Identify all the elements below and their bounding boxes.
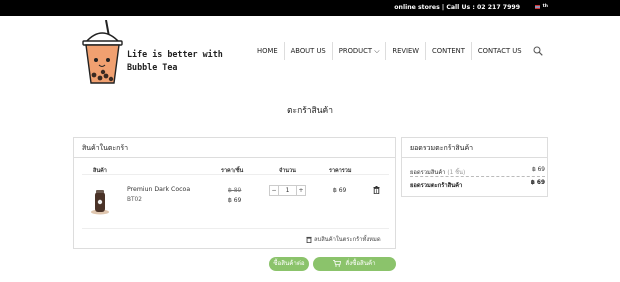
search-icon[interactable] [533, 46, 543, 56]
product-name[interactable]: Premiun Dark Cocoa [127, 186, 190, 193]
nav-product[interactable]: PRODUCT ⌵ [333, 42, 387, 60]
old-price: ฿ 89 [228, 187, 242, 194]
qty-plus-button[interactable]: + [296, 185, 306, 196]
logo-tagline-line2: Bubble Tea [127, 62, 178, 72]
nav-home[interactable]: HOME [251, 42, 285, 60]
nav-review[interactable]: REVIEW [386, 42, 427, 60]
row-divider [82, 228, 389, 229]
total-label: ยอดรวมตะกร้าสินค้า [410, 183, 463, 189]
main-nav: HOME ABOUT US PRODUCT ⌵ REVIEW CONTENT C… [251, 42, 528, 60]
product-thumbnail[interactable] [90, 189, 110, 215]
checkout-label: สั่งซื้อสินค้า [345, 260, 376, 267]
qty-minus-button[interactable]: − [269, 185, 279, 196]
header-divider [82, 174, 389, 175]
contact-text: online stores | Call Us : 02 217 7999 [394, 4, 520, 11]
trash-small-icon [306, 236, 312, 243]
bubble-tea-logo[interactable] [80, 20, 125, 86]
quantity-stepper: − 1 + [269, 185, 306, 196]
continue-shopping-button[interactable]: ซื้อสินค้าต่อ [269, 257, 309, 271]
trash-icon[interactable] [373, 186, 380, 194]
nav-about-us[interactable]: ABOUT US [285, 42, 333, 60]
clear-cart-link[interactable]: ลบสินค้าในตระกร้าทั้งหมด [306, 234, 381, 244]
logo-tagline-line1: Life is better with [127, 49, 223, 59]
line-total: ฿ 69 [333, 187, 347, 194]
logo-text: Life is better with Bubble Tea [127, 48, 223, 74]
cart-heading: สินค้าในตะกร้า [74, 138, 395, 158]
summary-total-row: ยอดรวมตะกร้าสินค้า ฿ 69 [410, 180, 545, 190]
summary-heading: ยอดรวมตะกร้าสินค้า [402, 138, 547, 158]
summary-divider [410, 176, 545, 177]
top-bar: online stores | Call Us : 02 217 7999 th [0, 0, 620, 16]
nav-content[interactable]: CONTENT [426, 42, 472, 60]
total-value: ฿ 69 [530, 180, 545, 186]
cart-summary-panel: ยอดรวมตะกร้าสินค้า ยอดรวมสินค้า (1 ชิ้น)… [401, 137, 548, 197]
language-label[interactable]: th [543, 4, 548, 9]
unit-price: ฿ 69 [228, 197, 242, 204]
page-title: ตะกร้าสินค้า [286, 106, 334, 116]
nav-contact-us[interactable]: CONTACT US [472, 42, 528, 60]
qty-value[interactable]: 1 [279, 185, 296, 196]
thai-flag-icon[interactable] [535, 5, 540, 9]
clear-cart-label: ลบสินค้าในตระกร้าทั้งหมด [314, 237, 381, 243]
checkout-button[interactable]: สั่งซื้อสินค้า [313, 257, 396, 271]
product-sku: BT02 [127, 197, 142, 203]
cart-icon [333, 259, 342, 267]
